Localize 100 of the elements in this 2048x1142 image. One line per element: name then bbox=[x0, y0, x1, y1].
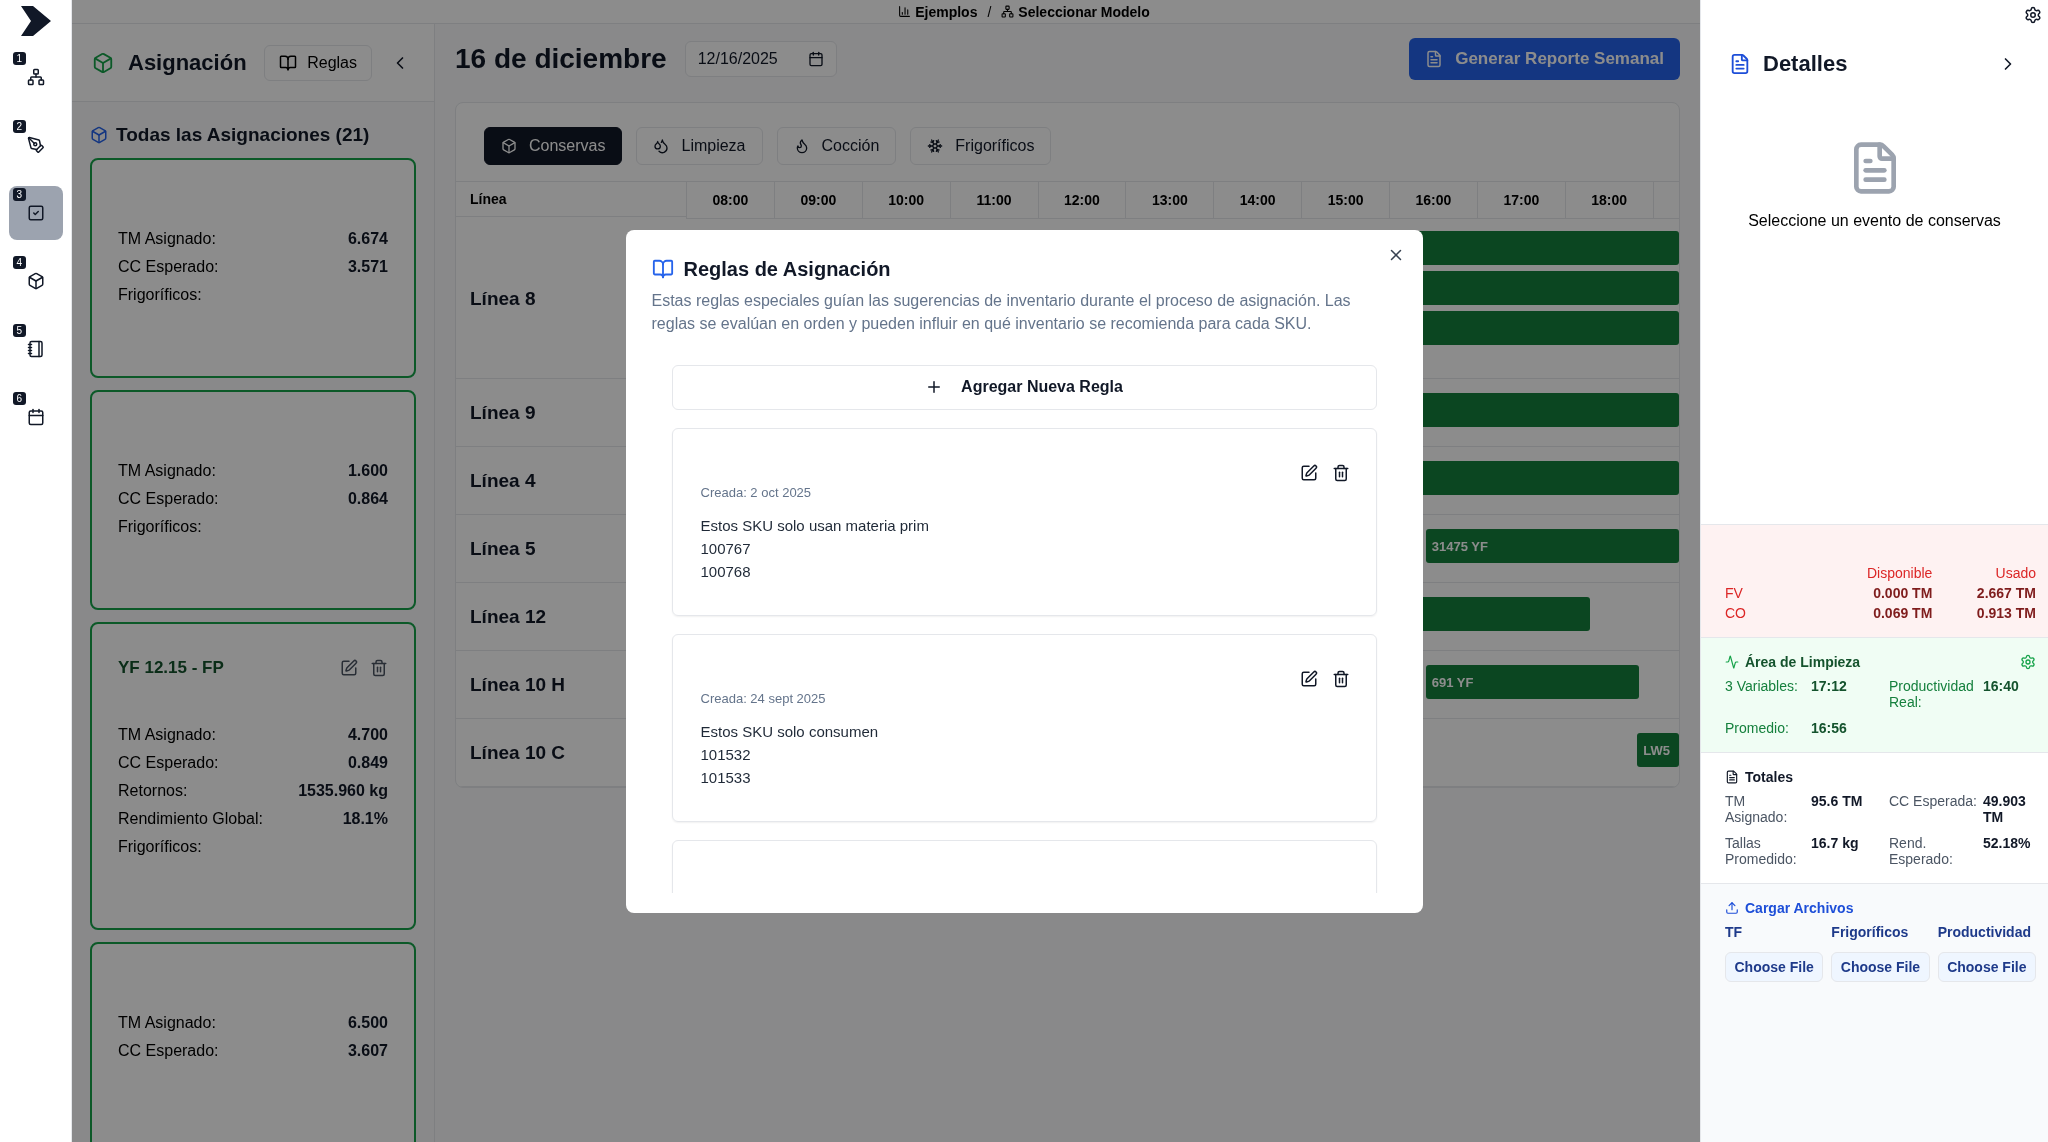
field-label: TM Asignado: bbox=[118, 1014, 216, 1032]
breadcrumb-link[interactable]: Seleccionar Modelo bbox=[1001, 3, 1150, 20]
notebook-icon bbox=[26, 340, 45, 358]
nav-button[interactable]: 5 bbox=[8, 322, 63, 376]
calendar-icon bbox=[807, 51, 824, 67]
table-cell-text: 2.667 TM bbox=[1975, 585, 2036, 601]
column-header: Línea bbox=[456, 181, 686, 217]
field-label: TM Asignado: bbox=[118, 462, 216, 480]
breadcrumb-link[interactable]: Ejemplos bbox=[898, 3, 978, 20]
panel-title: Asignación bbox=[128, 49, 247, 76]
hour-header: 13:00 bbox=[1125, 182, 1214, 218]
settings-icon[interactable] bbox=[2024, 6, 2042, 24]
field-value: 16:56 bbox=[1811, 720, 1848, 736]
dialog-title: Reglas de Asignación bbox=[683, 257, 891, 281]
created-date: Creada: 2 oct 2025 bbox=[700, 484, 813, 500]
field-label: Tallas Promedido: bbox=[1725, 835, 1798, 867]
field-value: 3.571 bbox=[347, 258, 388, 276]
checkbox-icon bbox=[26, 204, 45, 222]
report-button[interactable]: Generar Reporte Semanal bbox=[1409, 38, 1680, 80]
field-label: CC Esperado: bbox=[118, 754, 219, 772]
box-icon bbox=[501, 138, 517, 154]
add-rule-button[interactable]: Agregar Nueva Regla bbox=[671, 364, 1377, 410]
schedule-bar[interactable]: 691 YF bbox=[1425, 665, 1640, 699]
section-title: Cargar Archivos bbox=[1745, 900, 1854, 916]
hour-header: 15:00 bbox=[1301, 182, 1389, 218]
schedule-bar[interactable]: LW5 bbox=[1637, 733, 1679, 767]
schedule-bar[interactable]: 31475 YF bbox=[1425, 529, 1679, 563]
cube-icon bbox=[26, 272, 45, 290]
field-value: 16.7 kg bbox=[1811, 835, 1860, 853]
trash-icon[interactable] bbox=[1331, 463, 1350, 482]
rules-button[interactable]: Reglas bbox=[264, 44, 372, 81]
field-value: 1535.960 kg bbox=[298, 782, 388, 800]
hour-header: 10:00 bbox=[861, 182, 950, 218]
assignment-card[interactable]: TM Asignado: 6.500 CC Esperado: 3.607 bbox=[90, 942, 416, 1142]
hour-header: 16:00 bbox=[1389, 182, 1477, 218]
field-label: Rend. Esperado: bbox=[1889, 835, 1954, 867]
field-label: TM Asignado: bbox=[118, 230, 216, 248]
field-label: TM Asignado: bbox=[1725, 793, 1789, 825]
field-label: Rendimiento Global: bbox=[118, 810, 263, 828]
nav-button[interactable]: 1 bbox=[8, 50, 63, 104]
hour-header: 17:00 bbox=[1476, 182, 1565, 218]
network-icon bbox=[1001, 5, 1015, 18]
nav-button[interactable]: 3 bbox=[8, 186, 63, 240]
book-icon bbox=[279, 53, 298, 72]
file-input[interactable]: Choose File bbox=[1831, 952, 1930, 982]
assignment-card[interactable]: TM Asignado: 6.674 CC Esperado: 3.571 Frigoríficos: bbox=[90, 158, 416, 378]
nav-button[interactable]: 4 bbox=[8, 254, 63, 308]
tab[interactable]: Frigoríficos bbox=[910, 127, 1052, 165]
field-value: 6.500 bbox=[347, 1014, 388, 1032]
file-input[interactable]: Choose File bbox=[1725, 952, 1824, 982]
hour-header: 12:00 bbox=[1037, 182, 1126, 218]
field-value: 17:12 bbox=[1811, 678, 1848, 696]
nav-button[interactable]: 2 bbox=[8, 118, 63, 172]
field-value: 52.18% bbox=[1983, 835, 2032, 853]
edit-icon[interactable] bbox=[1299, 669, 1318, 688]
field-value: 0.849 bbox=[347, 754, 388, 772]
tab[interactable]: Conservas bbox=[484, 127, 623, 165]
field-value: 6.674 bbox=[347, 230, 388, 248]
step-number: 1 bbox=[12, 52, 27, 65]
field-value: 1.600 bbox=[347, 462, 388, 480]
tab[interactable]: Cocción bbox=[776, 127, 897, 165]
card-title: YF 12.15 - FP bbox=[118, 658, 224, 678]
table-cell-text: 0.069 TM bbox=[1872, 605, 1933, 621]
field-value: 3.607 bbox=[347, 1042, 388, 1060]
cube-icon bbox=[90, 126, 108, 144]
rule-text: 100768 bbox=[700, 561, 752, 582]
table-cell-text: 0.913 TM bbox=[1975, 605, 2036, 621]
field-value: 95.6 TM bbox=[1811, 793, 1864, 811]
field-value: 18.1% bbox=[342, 810, 388, 828]
field-label: Retornos: bbox=[118, 782, 188, 800]
rule-text: Estos SKU solo usan materia prim bbox=[700, 515, 930, 536]
upload-icon bbox=[1725, 901, 1739, 915]
rule-text: 101533 bbox=[700, 767, 752, 788]
cube-icon bbox=[92, 51, 114, 74]
row-label: FV bbox=[1725, 585, 1744, 601]
pen-icon bbox=[26, 136, 45, 154]
chart-icon bbox=[898, 5, 912, 18]
panel-title: Detalles bbox=[1763, 51, 1848, 77]
assignment-card[interactable]: TM Asignado: 1.600 CC Esperado: 0.864 Frigoríficos: bbox=[90, 390, 416, 610]
droplets-icon bbox=[653, 138, 670, 154]
section-title: Área de Limpieza bbox=[1745, 654, 1861, 670]
step-number: 5 bbox=[12, 324, 27, 337]
step-number: 4 bbox=[12, 256, 27, 269]
column-header: Disponible bbox=[1865, 565, 1933, 581]
empty-message: Seleccione un evento de conservas bbox=[1748, 212, 2001, 230]
network-icon bbox=[26, 68, 45, 86]
hour-header: 14:00 bbox=[1213, 182, 1302, 218]
date-field[interactable]: 12/16/2025 bbox=[684, 41, 837, 77]
calendar-icon bbox=[26, 408, 45, 426]
nav-button[interactable]: 6 bbox=[8, 390, 63, 444]
edit-icon[interactable] bbox=[1299, 463, 1318, 482]
tab[interactable]: Limpieza bbox=[636, 127, 763, 165]
field-label: TM Asignado: bbox=[118, 726, 216, 744]
pulse-icon bbox=[1725, 655, 1739, 669]
file-label: TF bbox=[1725, 924, 1744, 940]
rule-text: 101532 bbox=[700, 744, 752, 765]
document-icon bbox=[1725, 770, 1739, 784]
trash-icon[interactable] bbox=[1331, 669, 1350, 688]
file-input[interactable]: Choose File bbox=[1937, 952, 2036, 982]
field-label: CC Esperada: bbox=[1889, 793, 1977, 811]
